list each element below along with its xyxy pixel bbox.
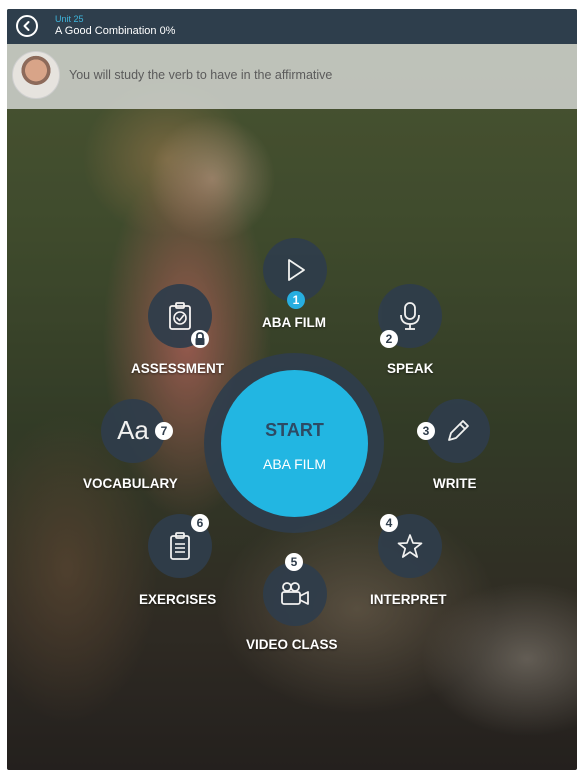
teacher-avatar (12, 51, 60, 99)
assessment-clipboard-icon (169, 302, 191, 330)
pencil-icon (448, 420, 469, 441)
top-bar: Unit 25 A Good Combination 0% (7, 9, 577, 44)
label-write[interactable]: WRITE (433, 476, 477, 491)
menu-item-video-class[interactable] (263, 562, 327, 626)
star-icon (397, 534, 423, 558)
label-speak[interactable]: SPEAK (387, 361, 434, 376)
step-badge-1: 1 (287, 291, 305, 309)
info-banner: You will study the verb to have in the a… (7, 44, 577, 109)
label-assessment[interactable]: ASSESSMENT (131, 361, 224, 376)
label-aba-film[interactable]: ABA FILM (262, 315, 326, 330)
step-badge-3: 3 (417, 422, 435, 440)
unit-title: A Good Combination 0% (55, 25, 176, 37)
start-label: START (265, 420, 324, 440)
app-screen: Unit 25 A Good Combination 0% You will s… (7, 9, 577, 770)
step-badge-7: 7 (155, 422, 173, 440)
start-sub-label: ABA FILM (262, 456, 327, 472)
back-button[interactable] (16, 15, 38, 37)
video-camera-icon (281, 582, 309, 605)
info-message: You will study the verb to have in the a… (69, 68, 333, 82)
lock-icon (191, 330, 209, 348)
step-badge-2: 2 (380, 330, 398, 348)
start-button[interactable]: START ABA FILM (221, 370, 368, 517)
back-arrow-icon (23, 21, 30, 31)
label-vocabulary[interactable]: VOCABULARY (83, 476, 178, 491)
step-badge-5: 5 (285, 553, 303, 571)
microphone-icon (400, 302, 420, 330)
step-badge-4: 4 (380, 514, 398, 532)
clipboard-icon (170, 532, 190, 560)
menu-item-write[interactable] (426, 399, 490, 463)
step-badge-6: 6 (191, 514, 209, 532)
play-icon (288, 259, 305, 281)
label-video-class[interactable]: VIDEO CLASS (246, 637, 338, 652)
unit-number: Unit 25 (55, 14, 84, 24)
label-interpret[interactable]: INTERPRET (370, 592, 447, 607)
label-exercises[interactable]: EXERCISES (139, 592, 216, 607)
